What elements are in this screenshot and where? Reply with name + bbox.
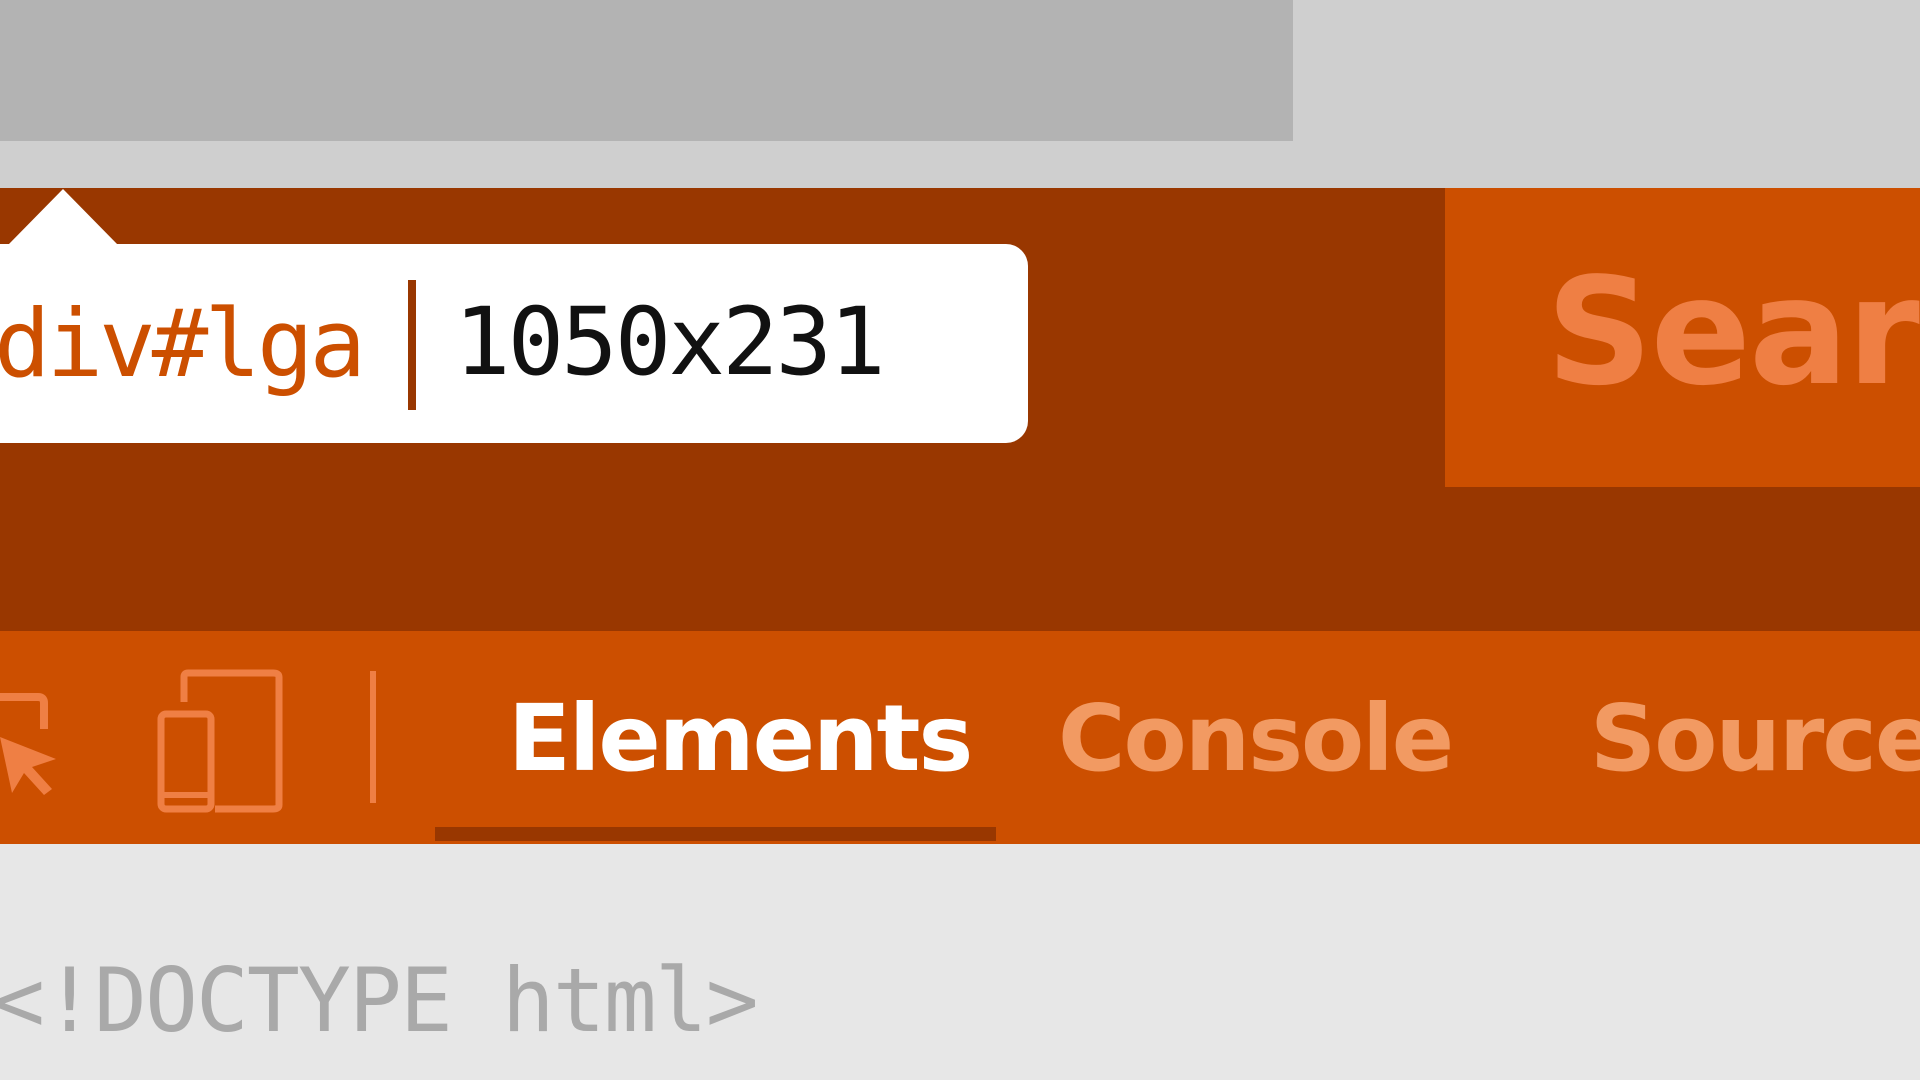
inspect-element-icon[interactable] <box>0 689 70 799</box>
toolbar-divider <box>370 671 376 803</box>
tooltip-separator <box>408 280 416 410</box>
tab-elements[interactable]: Elements <box>508 693 973 785</box>
dom-tree-doctype-line[interactable]: <!DOCTYPE html> <box>0 957 759 1045</box>
tab-console[interactable]: Console <box>1058 693 1454 785</box>
search-button[interactable]: Searc <box>1445 188 1920 487</box>
tooltip-arrow <box>8 189 118 245</box>
tooltip-dimensions: 1050x231 <box>454 288 886 397</box>
tab-sources[interactable]: Sources <box>1590 693 1920 785</box>
element-tooltip: div#lga 1050x231 <box>0 244 1028 443</box>
elements-panel: <!DOCTYPE html> <box>0 844 1920 1080</box>
address-bar-placeholder <box>0 0 1293 141</box>
devtools-toolbar: Elements Console Sources <box>0 631 1920 844</box>
search-button-label: Searc <box>1546 246 1920 418</box>
tooltip-selector: div#lga <box>0 290 366 399</box>
active-tab-indicator <box>435 827 996 841</box>
device-toggle-icon[interactable] <box>155 669 285 814</box>
browser-top-area <box>0 0 1920 188</box>
